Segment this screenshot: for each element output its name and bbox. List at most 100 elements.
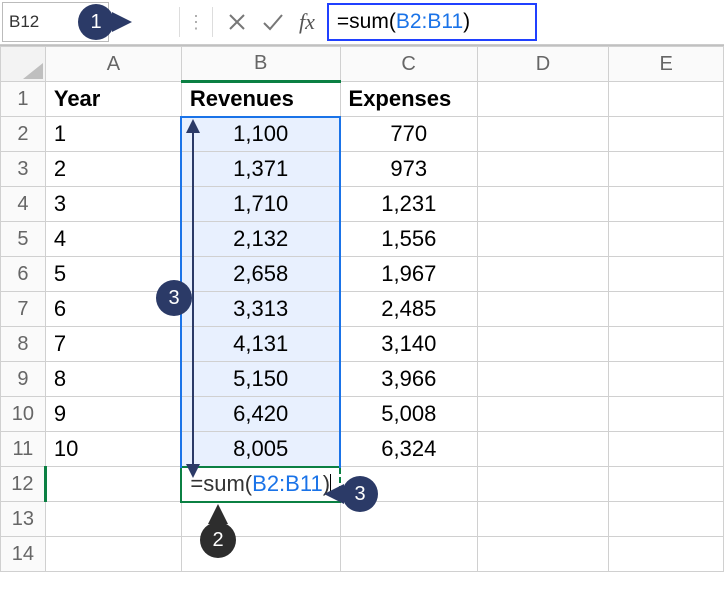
colhead-A[interactable]: A — [45, 47, 181, 82]
rowhead-5[interactable]: 5 — [1, 222, 46, 257]
rowhead-1[interactable]: 1 — [1, 82, 46, 117]
cell-D1[interactable] — [477, 82, 609, 117]
cell-E8[interactable] — [609, 327, 724, 362]
rowhead-2[interactable]: 2 — [1, 117, 46, 152]
cell-A12[interactable] — [45, 467, 181, 502]
rowhead-13[interactable]: 13 — [1, 502, 46, 537]
cell-C11[interactable]: 6,324 — [340, 432, 477, 467]
cell-C3[interactable]: 973 — [340, 152, 477, 187]
formula-bar: B12 ▾ 1 ⋮ fx =sum(B2:B11) — [0, 0, 724, 45]
cell-E13[interactable] — [609, 502, 724, 537]
select-all-corner[interactable] — [1, 47, 46, 82]
cell-E11[interactable] — [609, 432, 724, 467]
row-7: 7 6 3,313 2,485 — [1, 292, 724, 327]
formula-input[interactable]: =sum(B2:B11) — [327, 3, 537, 41]
cell-D14[interactable] — [477, 537, 609, 572]
cell-B9[interactable]: 5,150 — [181, 362, 340, 397]
cell-C8[interactable]: 3,140 — [340, 327, 477, 362]
cell-E12[interactable] — [609, 467, 724, 502]
callout-1: 1 — [78, 4, 114, 40]
fx-label[interactable]: fx — [291, 9, 323, 35]
cell-E3[interactable] — [609, 152, 724, 187]
more-icon[interactable]: ⋮ — [186, 12, 206, 33]
cell-D11[interactable] — [477, 432, 609, 467]
cell-A5[interactable]: 4 — [45, 222, 181, 257]
callout-2-label: 2 — [212, 529, 223, 552]
cell-D12[interactable] — [477, 467, 609, 502]
cell-E9[interactable] — [609, 362, 724, 397]
cell-B10[interactable]: 6,420 — [181, 397, 340, 432]
cancel-button[interactable] — [219, 4, 255, 40]
cell-A14[interactable] — [45, 537, 181, 572]
cell-D2[interactable] — [477, 117, 609, 152]
cell-A11[interactable]: 10 — [45, 432, 181, 467]
cell-D7[interactable] — [477, 292, 609, 327]
cell-E5[interactable] — [609, 222, 724, 257]
cell-A3[interactable]: 2 — [45, 152, 181, 187]
cell-D10[interactable] — [477, 397, 609, 432]
colhead-D[interactable]: D — [477, 47, 609, 82]
cell-D5[interactable] — [477, 222, 609, 257]
cell-B2[interactable]: 1,100 — [181, 117, 340, 152]
cell-C7[interactable]: 2,485 — [340, 292, 477, 327]
rowhead-9[interactable]: 9 — [1, 362, 46, 397]
cell-E7[interactable] — [609, 292, 724, 327]
row-3: 3 2 1,371 973 — [1, 152, 724, 187]
cell-D9[interactable] — [477, 362, 609, 397]
cell-C5[interactable]: 1,556 — [340, 222, 477, 257]
cell-C6[interactable]: 1,967 — [340, 257, 477, 292]
rowhead-4[interactable]: 4 — [1, 187, 46, 222]
cell-D3[interactable] — [477, 152, 609, 187]
rowhead-10[interactable]: 10 — [1, 397, 46, 432]
cell-B3[interactable]: 1,371 — [181, 152, 340, 187]
formula-ref: B2:B11 — [396, 10, 463, 34]
cell-A8[interactable]: 7 — [45, 327, 181, 362]
rowhead-3[interactable]: 3 — [1, 152, 46, 187]
cell-D13[interactable] — [477, 502, 609, 537]
cell-B5[interactable]: 2,132 — [181, 222, 340, 257]
cell-B12-active[interactable]: =sum(B2:B11) — [181, 467, 340, 502]
cell-E10[interactable] — [609, 397, 724, 432]
cell-C1[interactable]: Expenses — [340, 82, 477, 117]
cell-E6[interactable] — [609, 257, 724, 292]
cell-A10[interactable]: 9 — [45, 397, 181, 432]
colhead-C[interactable]: C — [340, 47, 477, 82]
colhead-B[interactable]: B — [181, 47, 340, 82]
rowhead-7[interactable]: 7 — [1, 292, 46, 327]
cell-B11[interactable]: 8,005 — [181, 432, 340, 467]
cell-A1[interactable]: Year — [45, 82, 181, 117]
cell-A2[interactable]: 1 — [45, 117, 181, 152]
cell-E14[interactable] — [609, 537, 724, 572]
cell-B4[interactable]: 1,710 — [181, 187, 340, 222]
rowhead-8[interactable]: 8 — [1, 327, 46, 362]
rowhead-11[interactable]: 11 — [1, 432, 46, 467]
cell-A4[interactable]: 3 — [45, 187, 181, 222]
cell-A13[interactable] — [45, 502, 181, 537]
cell-D6[interactable] — [477, 257, 609, 292]
callout-2: 2 — [200, 522, 236, 558]
cell-C9[interactable]: 3,966 — [340, 362, 477, 397]
colhead-E[interactable]: E — [609, 47, 724, 82]
cell-E1[interactable] — [609, 82, 724, 117]
cell-E2[interactable] — [609, 117, 724, 152]
cell-D4[interactable] — [477, 187, 609, 222]
cell-B7[interactable]: 3,313 — [181, 292, 340, 327]
active-ref: B2:B11 — [252, 471, 323, 496]
cell-D8[interactable] — [477, 327, 609, 362]
separator — [179, 7, 180, 37]
cell-B1[interactable]: Revenues — [181, 82, 340, 117]
cell-B8[interactable]: 4,131 — [181, 327, 340, 362]
accept-button[interactable] — [255, 4, 291, 40]
cell-C10[interactable]: 5,008 — [340, 397, 477, 432]
cell-A9[interactable]: 8 — [45, 362, 181, 397]
callout-1-label: 1 — [90, 11, 101, 34]
cell-C4[interactable]: 1,231 — [340, 187, 477, 222]
rowhead-6[interactable]: 6 — [1, 257, 46, 292]
cell-B6[interactable]: 2,658 — [181, 257, 340, 292]
cell-E4[interactable] — [609, 187, 724, 222]
rowhead-12[interactable]: 12 — [1, 467, 46, 502]
cell-C2[interactable]: 770 — [340, 117, 477, 152]
row-5: 5 4 2,132 1,556 — [1, 222, 724, 257]
cell-C14[interactable] — [340, 537, 477, 572]
rowhead-14[interactable]: 14 — [1, 537, 46, 572]
